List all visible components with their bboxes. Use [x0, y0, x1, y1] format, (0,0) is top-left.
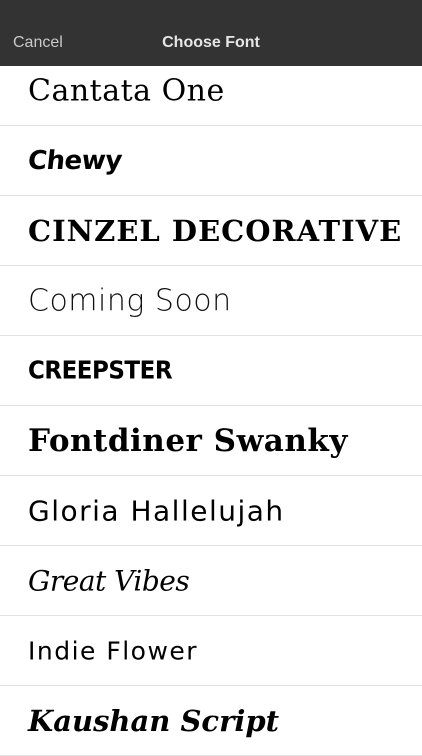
font-option-kaushan-script[interactable]: Kaushan Script — [0, 686, 422, 756]
font-list: Cantata One Chewy CINZEL DECORATIVE Comi… — [0, 56, 422, 756]
font-option-great-vibes[interactable]: Great Vibes — [0, 546, 422, 616]
font-option-label: Gloria Hallelujah — [28, 494, 285, 527]
font-option-cinzel-decorative[interactable]: CINZEL DECORATIVE — [0, 196, 422, 266]
font-option-indie-flower[interactable]: Indie Flower — [0, 616, 422, 686]
font-option-label: Cantata One — [28, 73, 225, 108]
font-option-gloria-hallelujah[interactable]: Gloria Hallelujah — [0, 476, 422, 546]
font-option-label: Fontdiner Swanky — [28, 422, 348, 459]
font-option-label: Coming Soon — [28, 283, 232, 318]
font-option-creepster[interactable]: CREEPSTER — [0, 336, 422, 406]
font-option-cantata-one[interactable]: Cantata One — [0, 56, 422, 126]
font-option-coming-soon[interactable]: Coming Soon — [0, 266, 422, 336]
font-option-label: Indie Flower — [28, 636, 199, 665]
font-option-label: Kaushan Script — [28, 703, 280, 738]
font-option-fontdiner-swanky[interactable]: Fontdiner Swanky — [0, 406, 422, 476]
font-option-label: Chewy — [26, 145, 124, 176]
font-option-label: Great Vibes — [28, 564, 190, 597]
font-option-label: CINZEL DECORATIVE — [28, 213, 403, 248]
font-option-label: CREEPSTER — [28, 356, 173, 385]
page-title: Choose Font — [162, 34, 260, 51]
font-option-chewy[interactable]: Chewy — [0, 126, 422, 196]
